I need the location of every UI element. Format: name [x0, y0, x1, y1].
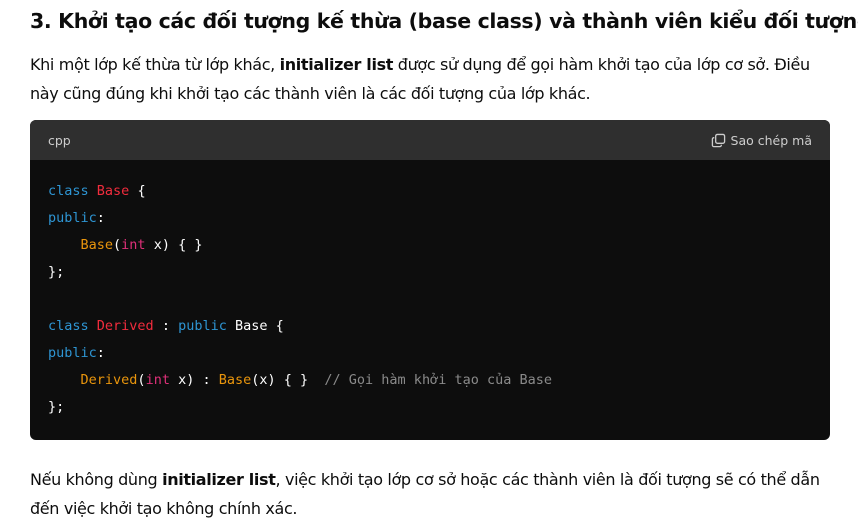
- code-block: cpp Sao chép mã class Base { public: Bas…: [30, 120, 830, 440]
- section-number: 3.: [30, 9, 52, 33]
- copy-icon: [711, 133, 726, 148]
- section-heading: 3. Khởi tạo các đối tượng kế thừa (base …: [30, 6, 858, 36]
- code-line-6: class Derived : public Base {: [48, 318, 284, 334]
- intro-paragraph: Khi một lớp kế thừa từ lớp khác, initial…: [30, 50, 840, 108]
- code-line-3: Base(int x) { }: [80, 237, 203, 253]
- code-line-1: class Base {: [48, 183, 146, 199]
- code-header: cpp Sao chép mã: [30, 120, 830, 160]
- copy-code-button[interactable]: Sao chép mã: [711, 133, 812, 148]
- closing-paragraph: Nếu không dùng initializer list, việc kh…: [30, 465, 840, 523]
- section-title: Khởi tạo các đối tượng kế thừa (base cla…: [58, 9, 858, 33]
- code-language-label: cpp: [48, 132, 71, 148]
- closing-text-1: Nếu không dùng: [30, 470, 163, 489]
- copy-code-label: Sao chép mã: [730, 132, 812, 148]
- code-line-4: };: [48, 264, 65, 280]
- code-line-8: Derived(int x) : Base(x) { } // Gọi hàm …: [80, 372, 552, 388]
- code-line-9: };: [48, 399, 65, 415]
- code-line-2: public:: [48, 210, 105, 226]
- intro-bold-term: initializer list: [279, 55, 394, 74]
- code-body[interactable]: class Base { public: Base(int x) { } }; …: [30, 160, 830, 421]
- closing-bold-term: initializer list: [162, 470, 276, 489]
- intro-text-1: Khi một lớp kế thừa từ lớp khác,: [30, 55, 280, 74]
- code-line-7: public:: [48, 345, 105, 361]
